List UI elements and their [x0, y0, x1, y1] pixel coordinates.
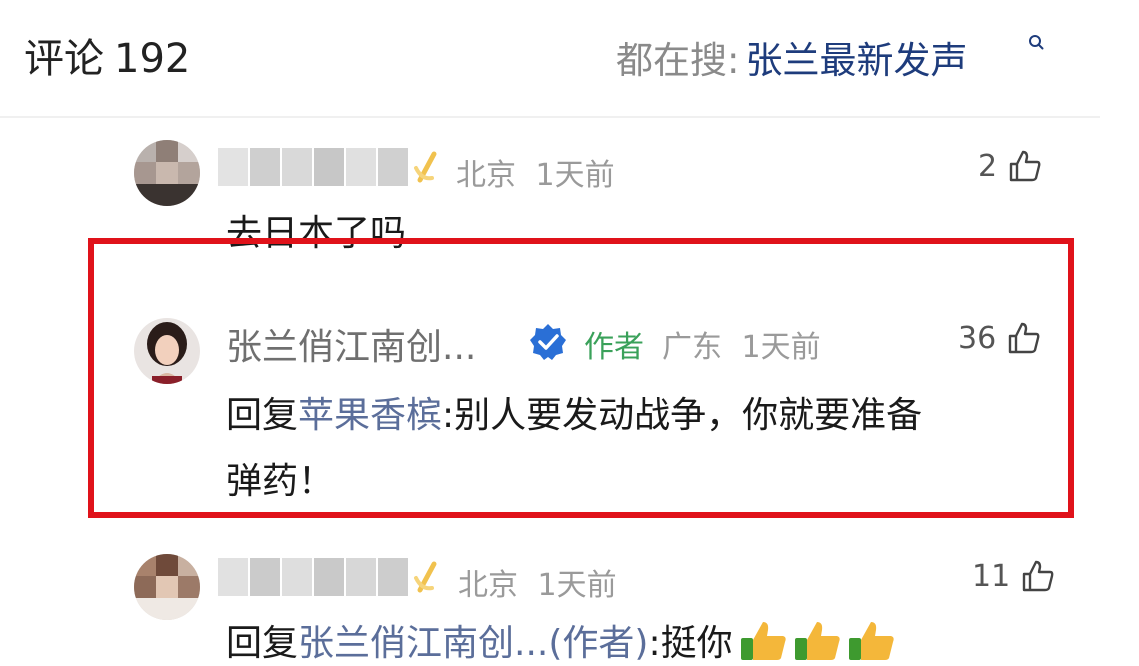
blurred-username — [218, 558, 408, 596]
reply-prefix: 回复 — [226, 395, 299, 436]
comment-location: 广东 — [662, 330, 722, 365]
comment-time: 1天前 — [535, 158, 615, 193]
reply-to-user[interactable]: 苹果香槟 — [298, 395, 442, 436]
thumb-up-outline-icon — [1022, 560, 1054, 592]
verified-badge-icon — [530, 324, 566, 360]
avatar[interactable] — [134, 140, 200, 206]
author-avatar[interactable] — [134, 318, 200, 384]
user-level-icon — [414, 151, 437, 183]
blurred-username — [218, 148, 408, 186]
user-level-icon — [414, 561, 437, 593]
comment-meta: 北京 1天前 — [458, 560, 617, 604]
comment-meta: 北京 1天前 — [456, 150, 615, 194]
comments-count: 192 — [114, 36, 191, 82]
author-tag: 作者 — [584, 330, 644, 365]
like-button[interactable]: 36 — [958, 320, 1042, 356]
search-icon[interactable] — [1028, 34, 1044, 50]
thumb-up-outline-icon — [1009, 150, 1041, 182]
reply-body: :挺你 — [648, 623, 733, 664]
reply-to-user[interactable]: 张兰俏江南创...(作者) — [298, 614, 648, 666]
comment-time: 1天前 — [537, 568, 617, 603]
thumbs-up-emoji-icon — [740, 622, 894, 660]
comment-time: 1天前 — [741, 330, 821, 365]
comment-location: 北京 — [456, 158, 516, 193]
comment-text: 回复 张兰俏江南创...(作者):挺你 — [226, 614, 899, 666]
like-count: 11 — [972, 558, 1011, 594]
comment-location: 北京 — [458, 568, 518, 603]
reply-prefix: 回复 — [226, 623, 299, 664]
comment-meta: 广东 1天前 — [662, 322, 821, 366]
comment-text-line1: 回复苹果香槟:别人要发动战争，你就要准备 — [226, 386, 922, 438]
like-count: 36 — [958, 320, 997, 356]
avatar[interactable] — [134, 554, 200, 620]
thumb-up-outline-icon — [1008, 322, 1040, 354]
comments-title: 评论 — [24, 36, 104, 82]
author-username[interactable]: 张兰俏江南创... — [226, 318, 476, 370]
trending-search[interactable]: 都在搜: 张兰最新发声 — [616, 30, 967, 84]
like-button[interactable]: 2 — [978, 148, 1043, 184]
trending-search-keyword[interactable]: 张兰最新发声 — [745, 39, 967, 82]
like-button[interactable]: 11 — [972, 558, 1056, 594]
trending-search-prefix: 都在搜: — [616, 39, 740, 82]
comment-text-line2: 弹药！ — [226, 461, 335, 502]
comments-header: 评论 192 — [24, 26, 190, 84]
header-divider — [0, 116, 1100, 118]
reply-body: :别人要发动战争，你就要准备 — [442, 395, 923, 436]
like-count: 2 — [978, 148, 998, 184]
